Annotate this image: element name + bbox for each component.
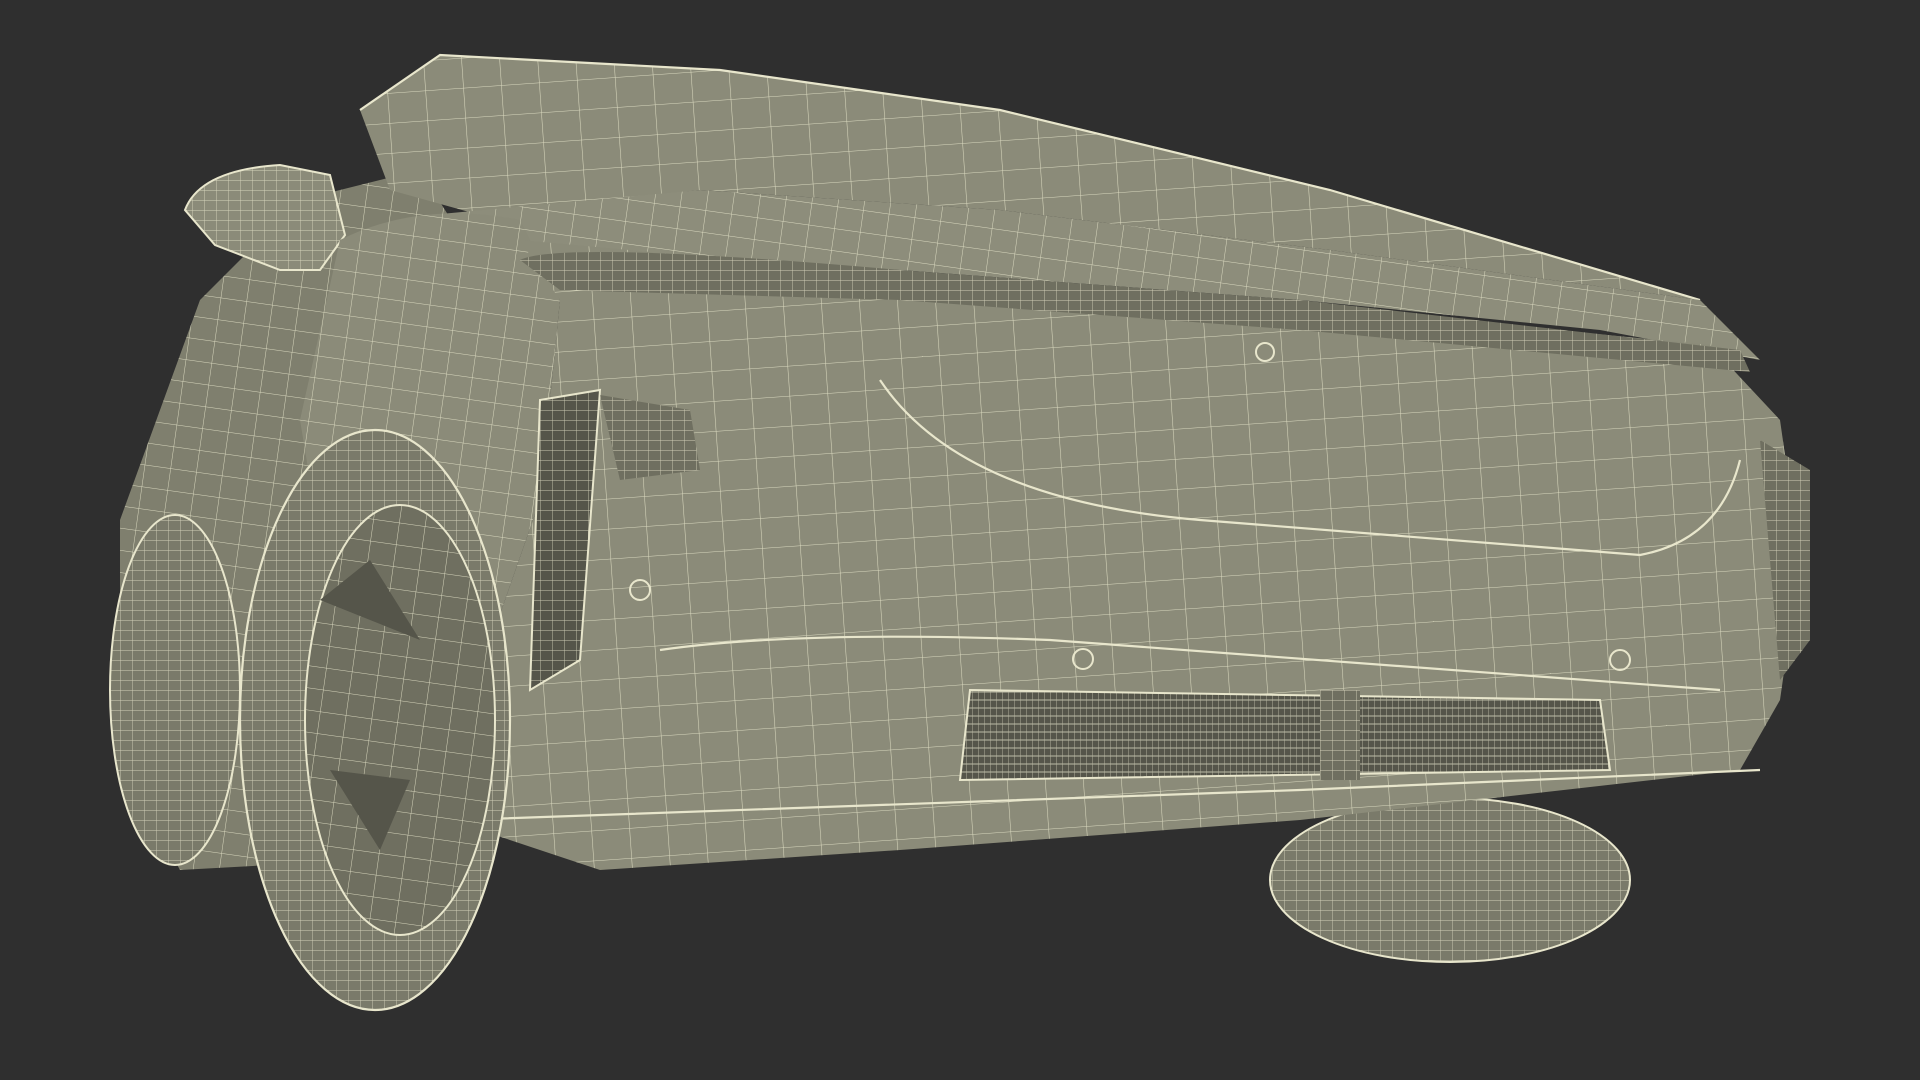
side-mirror <box>183 163 347 271</box>
wheel-front-left <box>238 428 512 1012</box>
lower-grille <box>958 688 1612 782</box>
car-wireframe-svg <box>109 53 1810 1012</box>
wheel-rear-left <box>109 514 241 866</box>
render-viewport <box>0 0 1920 1080</box>
wheel-rear-right <box>1269 797 1631 963</box>
